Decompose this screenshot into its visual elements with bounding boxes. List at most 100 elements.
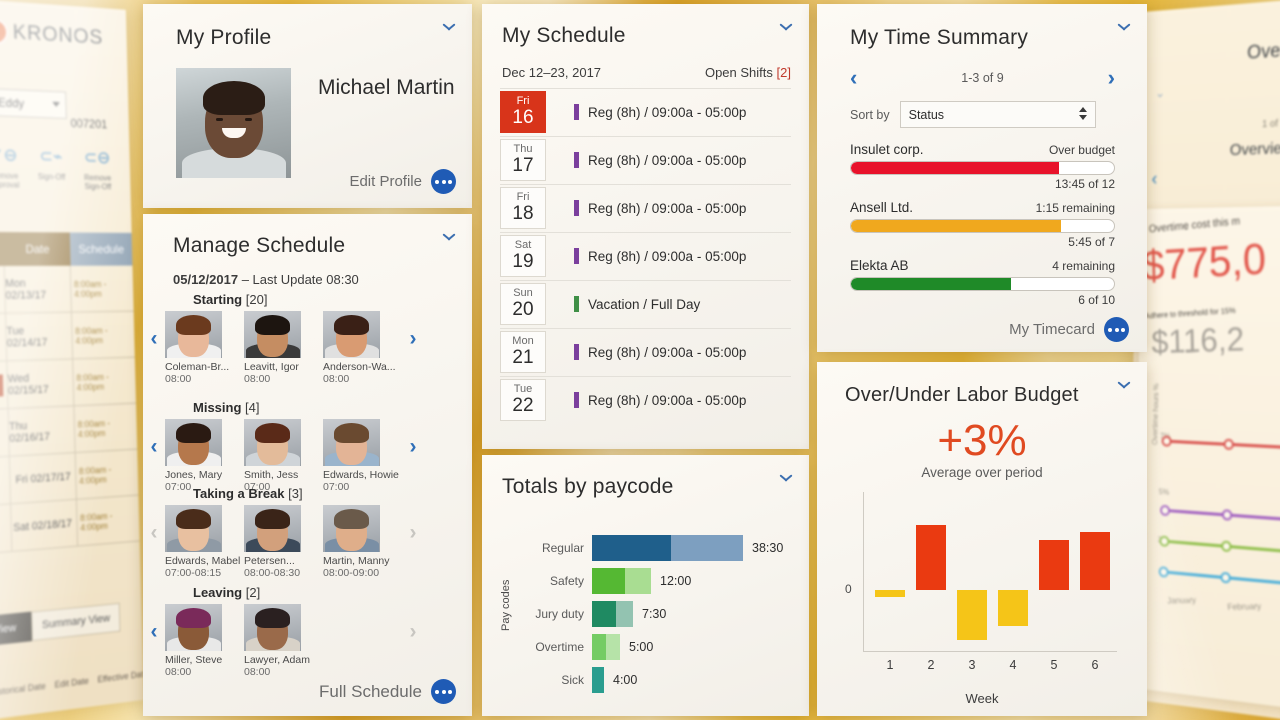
row-flag-cell xyxy=(0,361,9,410)
collapse-chevron-icon[interactable] xyxy=(1117,384,1131,393)
open-shifts[interactable]: Open Shifts [2] xyxy=(705,65,791,80)
schedule-date-box: Fri 16 xyxy=(500,91,546,133)
table-body: Mon 02/13/17 8:00am - 4:00pm Tue 02/14/17 8… xyxy=(0,265,140,555)
avatar xyxy=(323,505,380,552)
table-row[interactable]: Sat 02/18/17 8:00am - 4:00pm xyxy=(0,495,140,555)
signoff-icon: ⊂⌁ xyxy=(39,146,63,166)
line-data-point xyxy=(1158,566,1169,578)
row-flag-cell xyxy=(0,504,13,554)
group-next-button[interactable]: › xyxy=(402,311,424,367)
employee-card[interactable]: Petersen... 08:00-08:30 xyxy=(244,505,323,579)
group-next-button[interactable]: › xyxy=(402,419,424,475)
totals-by-paycode-tile: Totals by paycode Pay codes Regular 38:30… xyxy=(482,455,809,716)
employee-time: 08:00 xyxy=(244,666,271,678)
edit-date-label: Edit Date xyxy=(54,675,89,690)
tab-view[interactable]: View xyxy=(0,611,32,647)
project-name: Elekta AB xyxy=(850,258,909,273)
group-label: Missing xyxy=(193,400,242,415)
my-timecard-button[interactable] xyxy=(1104,317,1129,342)
signoff-remove-icon: ⊂⊖ xyxy=(83,147,111,168)
employee-card[interactable]: Smith, Jess 07:00 xyxy=(244,419,323,493)
shift-type-indicator xyxy=(574,248,579,264)
chart-bar xyxy=(957,590,987,641)
group-prev-button[interactable]: ‹ xyxy=(143,311,165,367)
sort-select[interactable]: Status xyxy=(899,101,1096,128)
collapse-chevron-icon[interactable] xyxy=(1117,26,1131,35)
employee-name: wards, Eddy xyxy=(0,94,25,111)
employee-card[interactable]: Lawyer, Adam 08:00 xyxy=(244,604,323,678)
table-row[interactable]: Mon 02/13/17 8:00am - 4:00pm xyxy=(0,265,134,315)
row-schedule: 8:00am - 4:00pm xyxy=(79,510,113,533)
manage-date: 05/12/2017 xyxy=(173,272,239,287)
employee-card[interactable]: Edwards, Mabel 07:00-08:15 xyxy=(165,505,244,579)
profile-footer: Edit Profile xyxy=(349,169,456,194)
schedule-row[interactable]: Sat 19 Reg (8h) / 09:00a - 05:00p xyxy=(500,232,791,279)
line-series xyxy=(1159,539,1280,555)
schedule-row[interactable]: Fri 16 Reg (8h) / 09:00a - 05:00p xyxy=(500,88,791,135)
sign-off-button[interactable]: ⊂⌁ Sign-Off xyxy=(30,146,72,191)
avatar xyxy=(244,604,301,651)
schedule-row[interactable]: Thu 17 Reg (8h) / 09:00a - 05:00p xyxy=(500,136,791,183)
group-header: Leaving [2] xyxy=(193,585,472,600)
group-prev-button[interactable]: ‹ xyxy=(143,604,165,660)
schedule-row[interactable]: Mon 21 Reg (8h) / 09:00a - 05:00p xyxy=(500,328,791,375)
employee-name: Anderson-Wa... xyxy=(323,361,396,373)
pager: ‹ 1-3 of 9 › xyxy=(850,67,1115,89)
schedule-row[interactable]: Tue 22 Reg (8h) / 09:00a - 05:00p xyxy=(500,376,791,423)
employee-card[interactable]: Edwards, Howie 07:00 xyxy=(323,419,402,493)
project-status: Over budget xyxy=(1048,143,1115,157)
schedule-date-box: Tue 22 xyxy=(500,379,546,421)
date-sublabels: Historical Date Edit Date Effective Date xyxy=(0,668,144,698)
group-header: Starting [20] xyxy=(193,292,472,307)
employee-card[interactable]: Martin, Manny 08:00-09:00 xyxy=(323,505,402,579)
group-count: [2] xyxy=(245,585,261,600)
employee-time: 08:00 xyxy=(165,373,192,385)
row-date: Sat 02/18/17 xyxy=(11,499,79,551)
x-tick: February xyxy=(1226,601,1262,612)
schedule-row[interactable]: Fri 18 Reg (8h) / 09:00a - 05:00p xyxy=(500,184,791,231)
prev-arrow-icon[interactable]: ‹ xyxy=(1151,169,1157,190)
group-prev-button[interactable]: ‹ xyxy=(143,419,165,475)
employee-card[interactable]: Anderson-Wa... 08:00 xyxy=(323,311,402,385)
paycode-row: Jury duty 7:30 xyxy=(482,601,809,627)
next-page-button[interactable]: › xyxy=(1108,67,1115,89)
employee-card[interactable]: Leavitt, Igor 08:00 xyxy=(244,311,323,385)
paycode-row: Safety 12:00 xyxy=(482,568,809,594)
line-data-point xyxy=(1161,435,1172,447)
employee-card[interactable]: Jones, Mary 07:00 xyxy=(165,419,244,493)
over-under-labor-budget-tile: Over/Under Labor Budget +3% Average over… xyxy=(817,362,1147,716)
remove-sign-off-button[interactable]: ⊂⊖ Remove Sign-Off xyxy=(77,148,118,192)
overtime-title: Overt xyxy=(1246,39,1280,64)
bar-segment xyxy=(625,568,651,594)
prev-page-button[interactable]: ‹ xyxy=(850,67,857,89)
employee-selector[interactable]: wards, Eddy xyxy=(0,86,67,120)
table-row[interactable]: Wed 02/15/17 8:00am - 4:00pm xyxy=(0,357,137,411)
avatar xyxy=(244,505,301,552)
x-tick-label: 4 xyxy=(1009,658,1017,672)
edit-profile-button[interactable] xyxy=(431,169,456,194)
tab-summary-view[interactable]: Summary View xyxy=(31,602,121,642)
line-series xyxy=(1158,570,1280,588)
group-label: Leaving xyxy=(193,585,243,600)
x-tick: January xyxy=(1166,594,1197,606)
full-schedule-button[interactable] xyxy=(431,679,456,704)
collapse-chevron-icon[interactable] xyxy=(442,26,456,35)
employee-group: Missing [4] ‹ Jones, Mary 07:00 Smith, Jess 0… xyxy=(143,400,472,493)
tool-label: Sign-Off xyxy=(37,172,66,182)
remove-approval-button[interactable]: ✓⊖ Remove Approval xyxy=(0,145,26,190)
page-title: Manage Schedule xyxy=(173,234,346,257)
employee-card[interactable]: Miller, Steve 08:00 xyxy=(165,604,244,678)
schedule-row[interactable]: Sun 20 Vacation / Full Day xyxy=(500,280,791,327)
employee-card[interactable]: Coleman-Br... 08:00 xyxy=(165,311,244,385)
overtime-section: Overview xyxy=(1229,139,1280,160)
line-series xyxy=(1160,508,1280,523)
exception-flag-icon xyxy=(0,374,4,397)
employee-name: Lawyer, Adam xyxy=(244,654,310,666)
collapse-chevron-icon[interactable] xyxy=(779,26,793,35)
collapse-chevron-icon[interactable] xyxy=(442,236,456,245)
table-row[interactable]: Tue 02/14/17 8:00am - 4:00pm xyxy=(0,311,135,363)
employee-group: Leaving [2] ‹ Miller, Steve 08:00 Lawyer, Ad… xyxy=(143,585,472,678)
employee-name: Leavitt, Igor xyxy=(244,361,299,373)
x-tick-label: 6 xyxy=(1091,658,1099,672)
collapse-chevron-icon[interactable] xyxy=(779,477,793,486)
